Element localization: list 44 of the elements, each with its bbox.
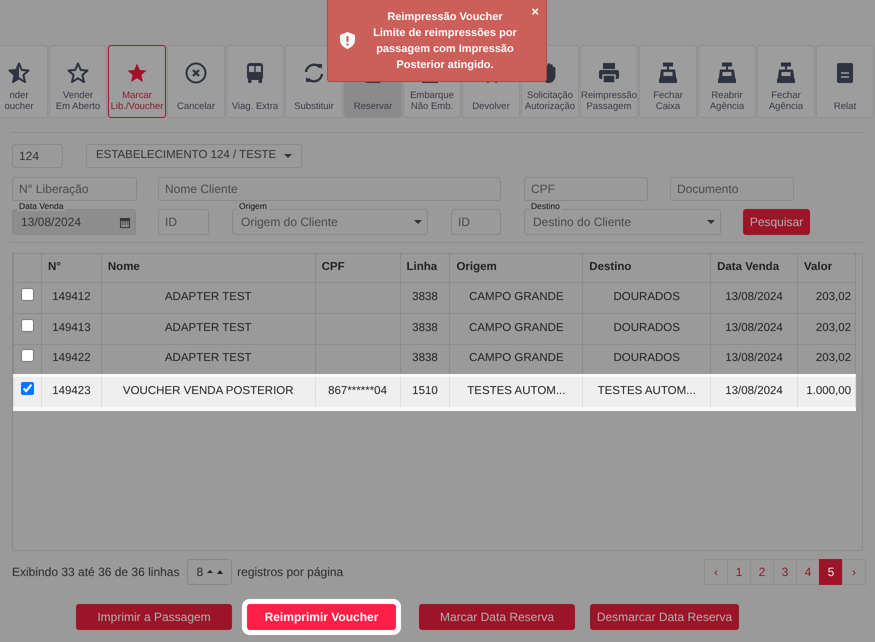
table-cell: 13/08/2024 xyxy=(725,385,783,398)
table-cell: CAMPO GRANDE xyxy=(469,290,564,303)
table-cell: 149413 xyxy=(52,322,91,334)
column-header: Origem xyxy=(450,254,583,282)
table-cell: 149422 xyxy=(52,352,91,364)
column-header: Data Venda xyxy=(710,254,798,282)
table-cell: VOUCHER VENDA POSTERIOR xyxy=(122,385,294,398)
table-cell: 13/08/2024 xyxy=(725,290,783,303)
table-cell: 149412 xyxy=(52,290,91,303)
table-cell: 1510 xyxy=(412,385,438,398)
table-cell: DOURADOS xyxy=(613,352,680,364)
column-header: CPF xyxy=(315,254,400,282)
table-cell: 3838 xyxy=(412,290,438,303)
table-cell: 13/08/2024 xyxy=(725,352,783,364)
table-cell: 3838 xyxy=(412,352,438,364)
table-cell: DOURADOS xyxy=(613,290,680,303)
table-cell: ADAPTER TEST xyxy=(164,352,252,364)
table-cell: 13/08/2024 xyxy=(725,322,783,334)
table-cell: TESTES AUTOM... xyxy=(467,385,566,398)
table-cell: 203,02 xyxy=(816,352,851,364)
column-header: Valor xyxy=(797,254,856,282)
column-header: Destino xyxy=(582,254,711,282)
field-label: Origem xyxy=(237,202,269,211)
table-cell: 1.000,00 xyxy=(806,385,851,398)
table-cell: 203,02 xyxy=(816,322,851,334)
table-cell: 867******04 xyxy=(328,385,387,398)
table-cell: ADAPTER TEST xyxy=(164,290,252,303)
table-cell: CAMPO GRANDE xyxy=(469,322,564,334)
field-label: Data Venda xyxy=(17,202,66,211)
field-label: Destino xyxy=(529,202,562,211)
toast-message: Limite de reimpressões por passagem com Impressão Posterior atingido. xyxy=(372,26,518,73)
table-cell: 203,02 xyxy=(816,290,851,303)
page-size-label: registros por página xyxy=(237,564,344,580)
toast-title: Reimpressão Voucher xyxy=(386,10,504,25)
pagination-info: Exibindo 33 até 36 de 36 linhas xyxy=(12,564,180,580)
table-cell: DOURADOS xyxy=(613,322,680,334)
table-cell: 149423 xyxy=(52,385,91,398)
column-header: Nome xyxy=(101,254,316,282)
column-header: N° xyxy=(41,254,102,282)
table-cell: ADAPTER TEST xyxy=(164,322,252,334)
table-cell: TESTES AUTOM... xyxy=(598,385,696,398)
column-header: Linha xyxy=(400,254,450,282)
table-cell: CAMPO GRANDE xyxy=(469,352,564,364)
table-cell: 3838 xyxy=(412,322,438,334)
